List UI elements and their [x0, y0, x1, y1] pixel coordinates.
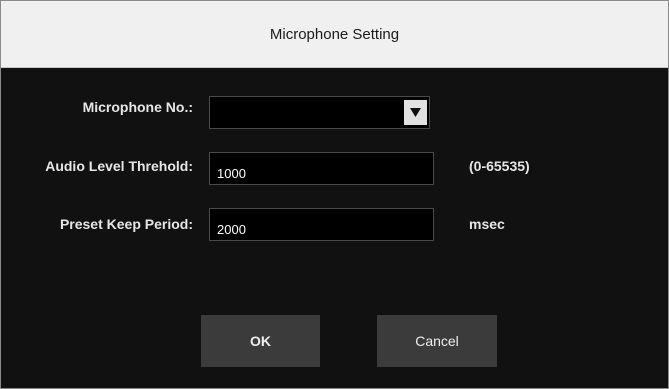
title-bar: Microphone Setting [1, 1, 668, 68]
dialog-body: Microphone No.: Audio Level Threhold: (0… [1, 68, 668, 388]
ok-button[interactable]: OK [201, 315, 320, 367]
preset-keep-input[interactable] [209, 208, 434, 241]
triangle-down-icon [410, 108, 421, 117]
audio-level-input[interactable] [209, 152, 434, 185]
microphone-no-select[interactable] [209, 96, 430, 129]
microphone-no-label: Microphone No.: [82, 99, 193, 115]
preset-keep-label: Preset Keep Period: [59, 216, 193, 232]
preset-keep-unit: msec [469, 216, 505, 232]
audio-level-range-hint: (0-65535) [469, 158, 530, 174]
dropdown-button[interactable] [404, 100, 427, 125]
audio-level-label: Audio Level Threhold: [45, 158, 193, 174]
microphone-setting-dialog: Microphone Setting Microphone No.: Audio… [0, 0, 669, 389]
cancel-button[interactable]: Cancel [377, 315, 497, 367]
dialog-title: Microphone Setting [269, 25, 400, 43]
